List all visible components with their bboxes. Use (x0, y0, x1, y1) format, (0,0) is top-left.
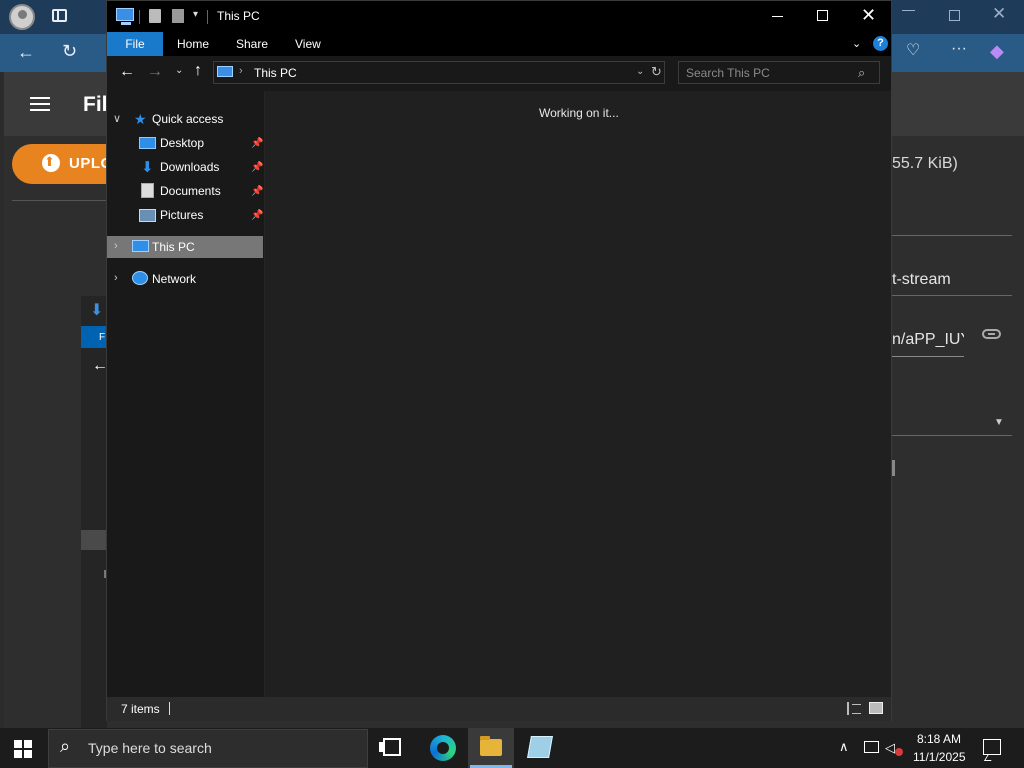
dialog-header: F (81, 326, 107, 348)
star-icon: ★ (134, 111, 147, 127)
tab-home[interactable]: Home (177, 37, 209, 51)
recent-locations-icon[interactable]: ⌄ (175, 65, 183, 76)
search-icon: ⌕ (60, 736, 71, 756)
task-view-icon[interactable] (379, 738, 401, 756)
browser-more-icon[interactable]: ··· (951, 41, 967, 57)
dialog-selected-row[interactable] (81, 530, 107, 550)
loading-message: Working on it... (539, 106, 619, 120)
mime-type-field[interactable]: t-stream (892, 271, 951, 289)
forward-button[interactable]: → (147, 63, 163, 81)
sidebar-item-downloads[interactable]: Downloads (160, 160, 219, 174)
qat-separator (207, 10, 208, 24)
web-app-title: Fil (83, 93, 108, 116)
divider (12, 200, 107, 201)
desktop-icon (139, 137, 156, 149)
content-pane (265, 91, 891, 697)
browser-back-icon[interactable]: ← (17, 43, 35, 61)
field-underline (892, 356, 964, 357)
edge-browser-icon[interactable] (430, 735, 456, 761)
notifications-icon[interactable] (983, 739, 1001, 755)
chevron-right-icon[interactable]: › (114, 272, 118, 284)
this-pc-icon (132, 240, 149, 252)
this-pc-icon (116, 8, 134, 25)
pin-icon: 📌 (251, 186, 264, 197)
select-underline (892, 435, 1012, 436)
clock-time[interactable]: 8:18 AM (917, 732, 961, 746)
sidebar-item-desktop[interactable]: Desktop (160, 136, 204, 150)
qat-dropdown-icon[interactable]: ▾ (193, 9, 198, 20)
status-bar (107, 697, 891, 721)
url-field[interactable]: n/aPP_IUY (892, 331, 964, 349)
partial-control (892, 460, 895, 476)
address-dropdown-icon[interactable]: ⌄ (636, 66, 644, 77)
tab-share[interactable]: Share (236, 37, 268, 51)
chevron-right-icon[interactable]: › (114, 240, 118, 252)
pin-icon: 📌 (251, 138, 264, 149)
search-placeholder: Search This PC (686, 66, 770, 80)
explorer-title: This PC (217, 9, 260, 23)
help-icon[interactable]: ? (873, 36, 888, 51)
show-hidden-icons-icon[interactable]: ∧ (839, 739, 849, 755)
qat-separator (139, 10, 140, 24)
large-icons-view-icon[interactable] (869, 702, 883, 714)
browser-profile-avatar[interactable] (9, 4, 35, 30)
status-separator (169, 702, 170, 715)
copilot-icon[interactable]: ◆ (990, 42, 1004, 60)
dropdown-caret-icon[interactable]: ▼ (994, 417, 1004, 428)
sidebar-item-documents[interactable]: Documents (160, 184, 221, 198)
new-folder-icon[interactable] (172, 9, 184, 23)
browser-minimize-button[interactable] (902, 10, 915, 11)
volume-icon[interactable]: ◁ (885, 740, 895, 756)
sidebar-item-quick-access[interactable]: Quick access (152, 112, 223, 126)
network-tray-icon[interactable] (864, 741, 879, 753)
back-button[interactable]: ← (119, 63, 135, 81)
explorer-minimize-button[interactable] (772, 16, 783, 17)
taskbar-search-placeholder: Type here to search (88, 740, 212, 756)
explorer-maximize-button[interactable] (817, 10, 828, 21)
hamburger-menu-icon[interactable] (30, 97, 50, 111)
tab-file[interactable]: File (107, 32, 163, 56)
clock-date[interactable]: 11/1/2025 (913, 750, 966, 764)
windows-start-icon[interactable] (14, 740, 32, 758)
tab-view[interactable]: View (295, 37, 321, 51)
pin-icon: 📌 (251, 162, 264, 173)
sidebar-item-this-pc[interactable]: This PC (152, 240, 195, 254)
search-icon[interactable]: ⌕ (858, 65, 865, 81)
details-view-icon[interactable] (847, 702, 862, 715)
item-count: 7 items (121, 702, 160, 716)
browser-maximize-button[interactable] (949, 10, 960, 21)
file-explorer-window: ▾ This PC ✕ File Home Share View ⌄ ? ← →… (106, 0, 892, 721)
network-icon (132, 271, 148, 285)
ribbon-bar (107, 32, 891, 56)
address-pc-icon (217, 66, 233, 77)
properties-icon[interactable] (149, 9, 161, 23)
browser-close-button[interactable]: ✕ (992, 4, 1006, 24)
field-underline (892, 295, 1012, 296)
link-icon[interactable] (982, 329, 1001, 339)
notes-app-icon[interactable] (527, 736, 553, 758)
refresh-icon[interactable]: ↻ (651, 64, 662, 80)
volume-muted-badge-icon (895, 748, 903, 756)
download-icon: ⬇ (90, 302, 104, 319)
ribbon-expand-icon[interactable]: ⌄ (852, 37, 861, 50)
breadcrumb[interactable]: This PC (254, 66, 297, 80)
documents-icon (141, 183, 154, 198)
field-underline (892, 235, 1012, 236)
sidebar-item-network[interactable]: Network (152, 272, 196, 286)
breadcrumb-chevron-icon[interactable]: › (239, 65, 243, 77)
file-size-text: 55.7 KiB) (892, 155, 958, 172)
navigation-pane (107, 91, 264, 697)
pictures-icon (139, 209, 156, 222)
downloads-icon: ⬇ (141, 159, 154, 176)
up-button[interactable]: ↑ (194, 62, 202, 80)
file-explorer-icon[interactable] (480, 736, 502, 756)
pin-icon: 📌 (251, 210, 264, 221)
browser-tab-actions-icon[interactable] (52, 9, 67, 22)
upload-icon (42, 154, 60, 172)
chevron-down-icon[interactable]: ∨ (113, 112, 121, 125)
browser-performance-icon[interactable]: ♡ (906, 43, 920, 59)
browser-refresh-icon[interactable]: ↻ (62, 42, 77, 60)
sidebar-item-pictures[interactable]: Pictures (160, 208, 203, 222)
explorer-close-button[interactable]: ✕ (861, 5, 876, 26)
